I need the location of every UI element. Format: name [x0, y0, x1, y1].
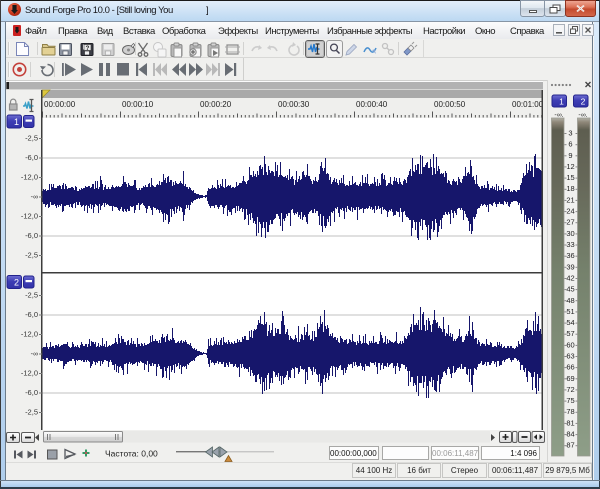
svg-text:9: 9: [568, 151, 572, 160]
svg-text:2: 2: [581, 97, 586, 107]
svg-text:00:00:10: 00:00:10: [122, 100, 154, 109]
svg-text:18: 18: [566, 184, 574, 193]
svg-text:00:00:30: 00:00:30: [278, 100, 310, 109]
svg-text:-∞: -∞: [31, 194, 38, 201]
svg-text:72: 72: [566, 385, 574, 394]
svg-text:00:00:20: 00:00:20: [200, 100, 232, 109]
svg-text:00:00:00: 00:00:00: [44, 100, 76, 109]
svg-text:-6,0: -6,0: [25, 231, 38, 240]
svg-text:2: 2: [14, 278, 19, 288]
svg-text:69: 69: [566, 374, 574, 383]
svg-text:?: ?: [86, 46, 90, 52]
svg-text:-6,0: -6,0: [25, 153, 38, 162]
svg-text:36: 36: [566, 251, 574, 260]
svg-text:-6,0: -6,0: [25, 388, 38, 397]
svg-text:00:01:00: 00:01:00: [512, 100, 544, 109]
svg-text:87: 87: [566, 441, 574, 450]
svg-text:39: 39: [566, 262, 574, 271]
svg-text:48: 48: [566, 296, 574, 305]
svg-text:6: 6: [568, 140, 572, 149]
svg-text:-2,5: -2,5: [25, 291, 38, 300]
svg-text:27: 27: [566, 218, 574, 227]
svg-text:81: 81: [566, 418, 574, 427]
svg-text:-2,5: -2,5: [25, 408, 38, 417]
svg-text:51: 51: [566, 307, 574, 316]
svg-text:-12,0: -12,0: [21, 212, 38, 221]
svg-text:45: 45: [566, 285, 574, 294]
svg-text:-∞: -∞: [31, 351, 38, 358]
svg-text:60: 60: [566, 340, 574, 349]
svg-text:-2,5: -2,5: [25, 134, 38, 143]
svg-text:42: 42: [566, 274, 574, 283]
svg-text:-6,0: -6,0: [25, 310, 38, 319]
svg-text:33: 33: [566, 240, 574, 249]
svg-text:78: 78: [566, 407, 574, 416]
svg-text:15: 15: [566, 173, 574, 182]
svg-text:1: 1: [14, 117, 19, 127]
svg-text:66: 66: [566, 363, 574, 372]
svg-text:-12,0: -12,0: [21, 330, 38, 339]
svg-text:24: 24: [566, 207, 574, 216]
svg-text:3: 3: [568, 129, 572, 138]
svg-text:12: 12: [566, 162, 574, 171]
svg-text:54: 54: [566, 318, 574, 327]
svg-text:Частота: 0,00: Частота: 0,00: [105, 449, 158, 459]
svg-text:-12,0: -12,0: [21, 173, 38, 182]
svg-text:00:00:40: 00:00:40: [356, 100, 388, 109]
svg-text:1: 1: [559, 97, 564, 107]
svg-text:00:00:50: 00:00:50: [434, 100, 466, 109]
svg-text:57: 57: [566, 329, 574, 338]
svg-text:21: 21: [566, 195, 574, 204]
svg-text:-2,5: -2,5: [25, 251, 38, 260]
svg-text:75: 75: [566, 396, 574, 405]
svg-text:84: 84: [566, 430, 574, 439]
svg-text:63: 63: [566, 352, 574, 361]
svg-text:30: 30: [566, 229, 574, 238]
svg-text:-12,0: -12,0: [21, 369, 38, 378]
